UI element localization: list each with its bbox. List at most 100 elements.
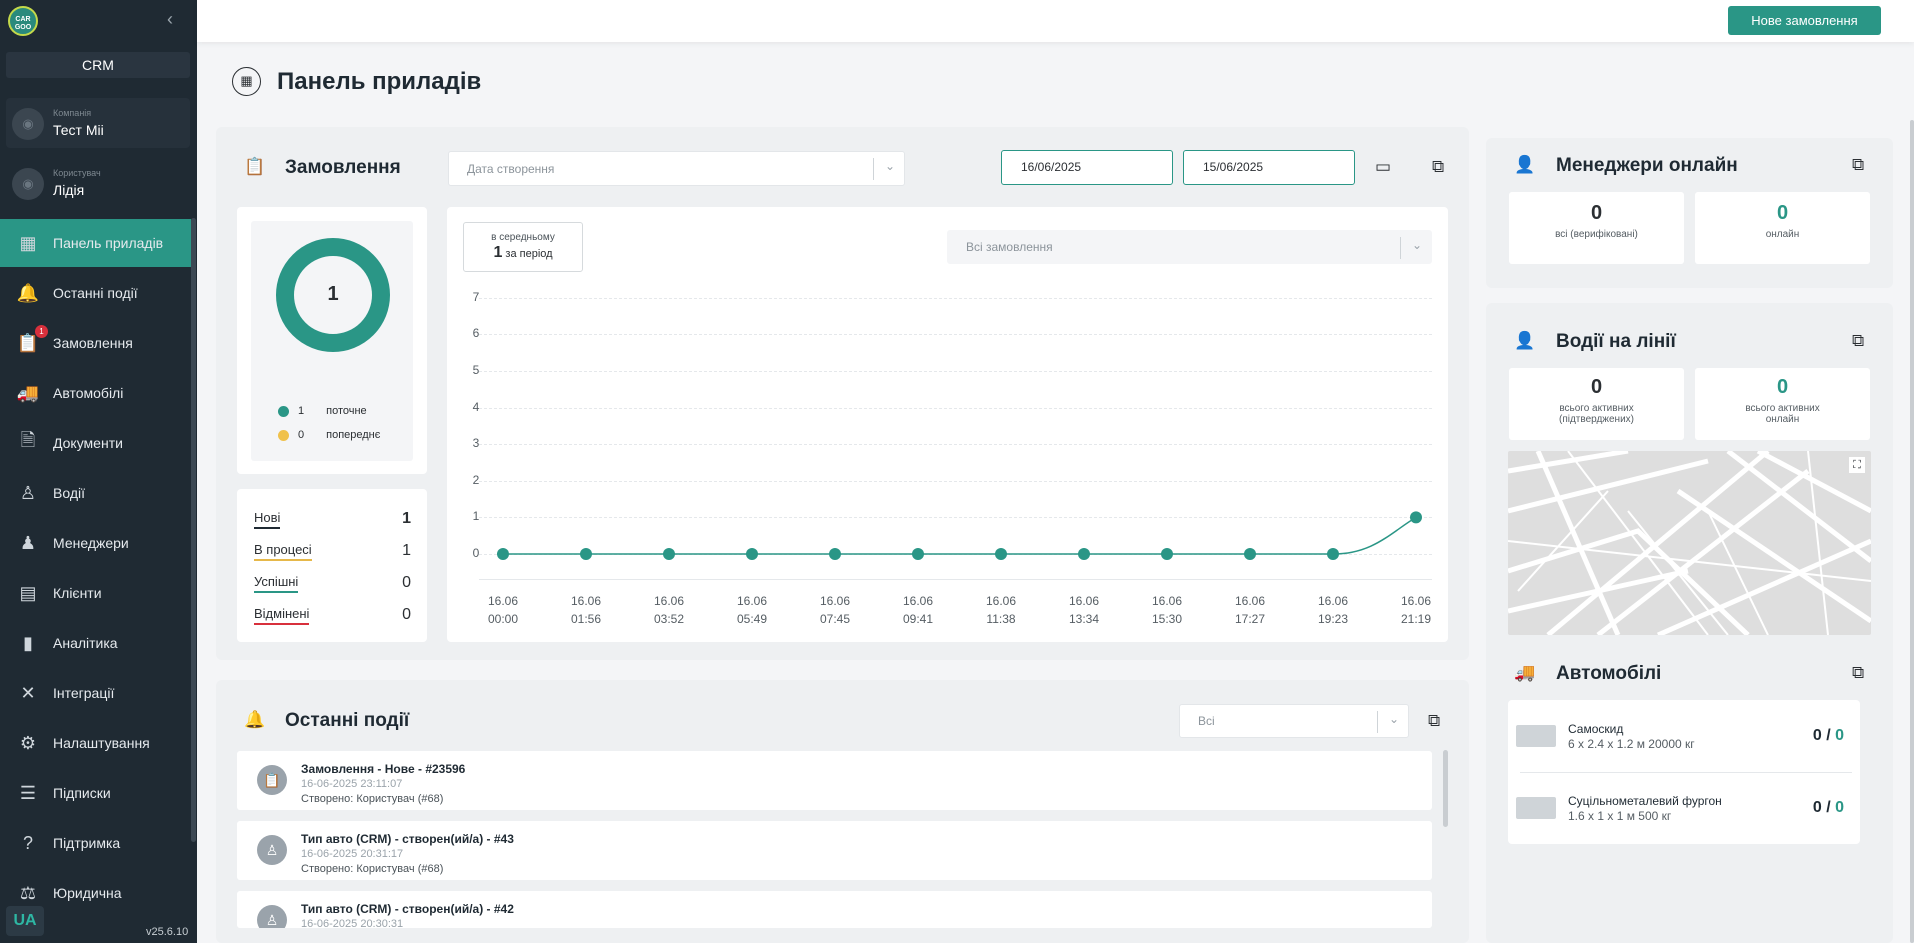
event-item[interactable]: ♙ Тип авто (CRM) - створен(ий/а) - #43 16-… [237, 821, 1432, 880]
sidebar-item-2[interactable]: 📋 Замовлення 1 [0, 319, 191, 367]
status-value: 0 [402, 606, 411, 623]
sidebar-item-0[interactable]: ▦ Панель приладів [0, 219, 191, 267]
notification-badge: 1 [35, 325, 48, 338]
event-date: 16-06-2025 20:30:31 [301, 918, 404, 928]
driver-icon: ♙ [257, 835, 287, 865]
sidebar-item-3[interactable]: 🚚 Автомобілі [0, 369, 191, 417]
clipboard-icon: 📋 [257, 765, 287, 795]
sidebar-item-label: Підтримка [53, 835, 121, 851]
legend-previous-label: попереднє [326, 429, 381, 441]
dashboard-icon: ▦ [232, 67, 261, 96]
external-link-icon[interactable]: ⧉ [1428, 711, 1440, 731]
y-tick-label: 6 [472, 326, 480, 341]
x-tick-label: 16.06 05:49 [736, 594, 768, 626]
external-link-icon[interactable]: ⧉ [1852, 663, 1864, 683]
help-icon: ? [22, 832, 33, 853]
grid-line [479, 334, 1432, 336]
page-scrollbar[interactable] [1910, 120, 1914, 943]
event-date: 16-06-2025 23:11:07 [301, 778, 403, 790]
events-filter-select[interactable]: Всі ⌄ [1179, 704, 1409, 738]
sidebar-item-4[interactable]: 🗎 Документи [0, 419, 191, 467]
car-item[interactable]: Суцільнометалевий фургон 1.6 x 1 x 1 м 50… [1508, 775, 1860, 847]
x-tick-label: 16.06 09:41 [902, 594, 934, 626]
status-row[interactable]: В процесі 1 [254, 542, 411, 562]
car-total: 0 [1835, 727, 1844, 744]
sidebar-item-label: Водії [53, 485, 85, 501]
page-title: Панель приладів [277, 68, 482, 95]
legend-previous-value: 0 [298, 429, 305, 441]
event-item[interactable]: 📋 Замовлення - Нове - #23596 16-06-2025 23… [237, 751, 1432, 810]
cargoo-logo[interactable]: CAR GOO [8, 6, 38, 36]
car-count: 0 / 0 [1813, 799, 1844, 817]
managers-all-box: 0 всі (верифіковані) [1509, 192, 1684, 264]
sidebar-item-12[interactable]: ? Підтримка [0, 819, 191, 867]
y-tick-label: 7 [472, 289, 480, 304]
grid-line [479, 407, 1432, 409]
event-date: 16-06-2025 20:31:17 [301, 848, 404, 860]
truck-image [1516, 797, 1556, 819]
event-title: Тип авто (CRM) - створен(ий/а) - #42 [301, 902, 514, 916]
sidebar-item-9[interactable]: ✕ Інтеграції [0, 669, 191, 717]
x-tick-label: 16.06 01:56 [570, 594, 602, 626]
calendar-icon[interactable]: ▭ [1375, 157, 1391, 177]
camera-icon: ◉ [12, 168, 44, 200]
drivers-online-box: 0 всього активних онлайн [1695, 368, 1870, 440]
sidebar-item-8[interactable]: ▮ Аналітика [0, 619, 191, 667]
sidebar-item-label: Аналітика [53, 635, 118, 651]
status-row[interactable]: Відмінені 0 [254, 606, 411, 626]
managers-online-value: 0 [1776, 202, 1789, 224]
sidebar-item-label: Інтеграції [53, 685, 115, 701]
grid-line [479, 371, 1432, 372]
crm-button[interactable]: CRM [6, 52, 190, 78]
x-tick-label: 16.06 00:00 [487, 594, 519, 626]
sidebar-item-10[interactable]: ⚙ Налаштування [0, 719, 191, 767]
date-filter-placeholder: Дата створення [467, 161, 555, 176]
date-to-input[interactable]: 15/06/2025 [1183, 150, 1355, 185]
sidebar-item-6[interactable]: ♟ Менеджери [0, 519, 191, 567]
y-tick-label: 5 [472, 363, 480, 377]
new-order-button[interactable]: Нове замовлення [1728, 6, 1881, 35]
legend-dot [278, 405, 289, 417]
date-filter-select[interactable]: Дата створення ⌄ [448, 151, 905, 186]
user-name: Лідія [53, 182, 85, 198]
top-bar: Нове замовлення [197, 0, 1914, 42]
status-row[interactable]: Нові 1 [254, 510, 411, 530]
y-tick-label: 3 [472, 436, 480, 451]
collapse-sidebar-icon[interactable]: ‹ [167, 9, 173, 30]
drivers-active-value: 0 [1590, 376, 1603, 398]
user-caption: Користувач [53, 168, 101, 178]
status-row[interactable]: Успішні 0 [254, 574, 411, 594]
user-selector[interactable]: ◉ Користувач Лідія [6, 158, 190, 208]
external-link-icon[interactable]: ⧉ [1432, 157, 1444, 177]
sidebar-item-5[interactable]: ♙ Водії [0, 469, 191, 517]
orders-title: Замовлення [285, 157, 401, 178]
sidebar-item-11[interactable]: ☰ Підписки [0, 769, 191, 817]
legend-dot [278, 429, 289, 441]
sidebar-item-label: Останні події [53, 285, 138, 301]
sidebar-item-label: Налаштування [53, 735, 150, 751]
events-scrollbar[interactable] [1443, 750, 1448, 827]
legal-icon: ⚖ [19, 882, 37, 903]
sidebar-item-1[interactable]: 🔔 Останні події [0, 269, 191, 317]
sidebar-scrollbar[interactable] [191, 218, 196, 842]
status-label: В процесі [254, 542, 312, 561]
y-tick-label: 0 [472, 546, 480, 560]
external-link-icon[interactable]: ⧉ [1852, 331, 1864, 351]
car-used: 0 [1812, 799, 1822, 816]
language-switch[interactable]: UA [6, 906, 44, 936]
managers-title: Менеджери онлайн [1556, 155, 1738, 176]
all-orders-select[interactable]: Всі замовлення ⌄ [947, 230, 1432, 264]
dashboard-icon: ▦ [19, 232, 37, 253]
company-selector[interactable]: ◉ Компанія Тест Mii [6, 98, 190, 148]
event-item[interactable]: ♙ Тип авто (CRM) - створен(ий/а) - #42 16-… [237, 891, 1432, 928]
car-item[interactable]: Самоскид 6 x 2.4 x 1.2 м 20000 кг 0 / 0 [1508, 703, 1860, 775]
external-link-icon[interactable]: ⧉ [1852, 155, 1864, 175]
fullscreen-icon[interactable]: ⛶ [1849, 457, 1865, 473]
cars-title: Автомобілі [1556, 663, 1662, 684]
status-label: Успішні [254, 574, 299, 593]
drivers-map[interactable]: ⛶ [1508, 451, 1871, 635]
date-from-input[interactable]: 16/06/2025 [1001, 150, 1173, 185]
sidebar-item-7[interactable]: ▤ Клієнти [0, 569, 191, 617]
sidebar-item-label: Замовлення [53, 335, 133, 351]
event-title: Тип авто (CRM) - створен(ий/а) - #43 [301, 832, 514, 846]
